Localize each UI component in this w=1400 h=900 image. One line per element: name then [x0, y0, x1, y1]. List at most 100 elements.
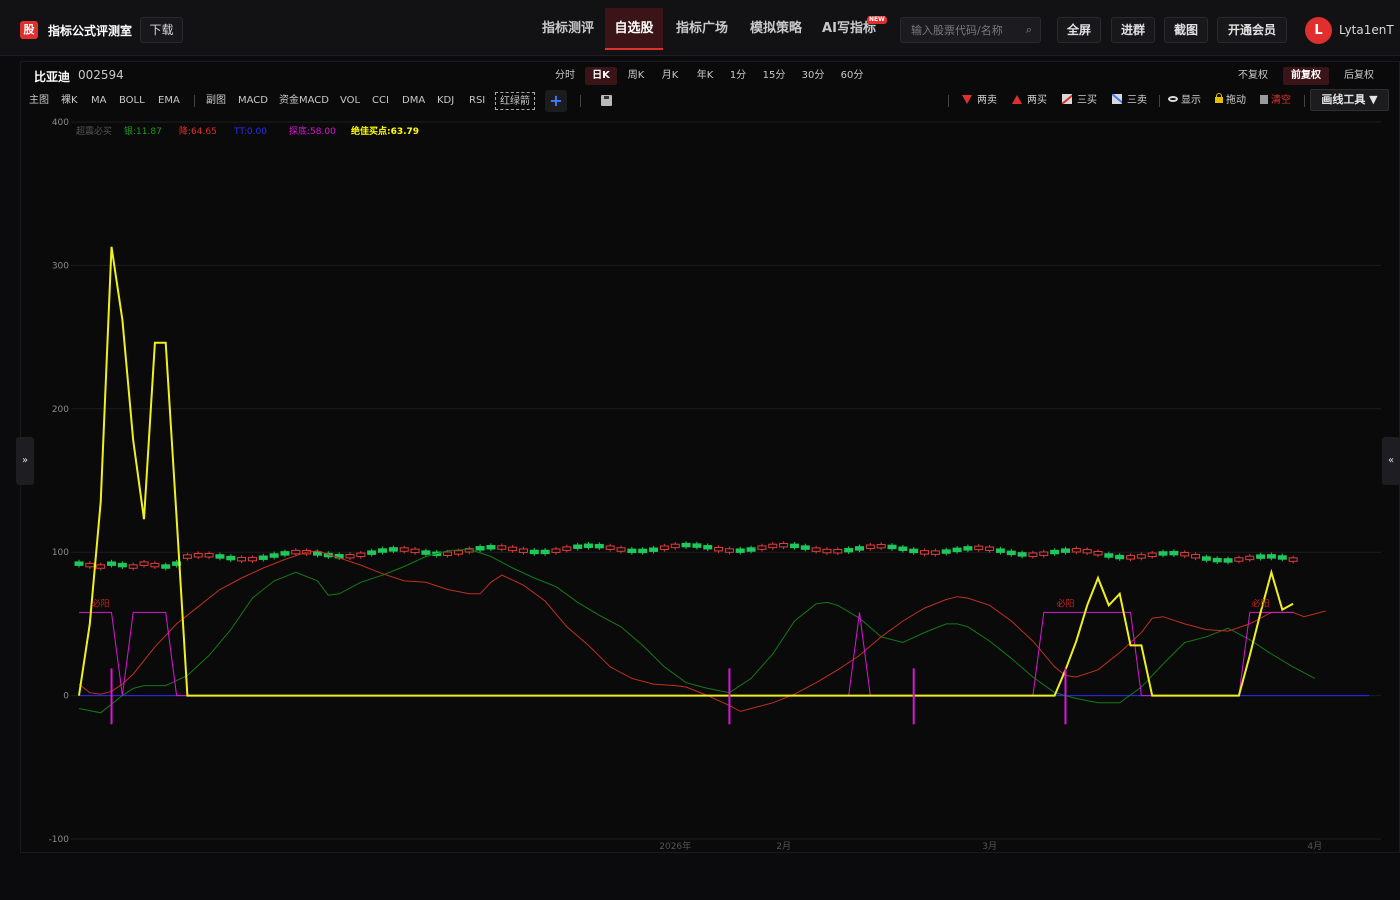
save-icon[interactable]: [601, 95, 612, 106]
adjust-forward[interactable]: 前复权: [1283, 67, 1329, 85]
candle: [215, 554, 225, 559]
tb-naked-k[interactable]: 裸K: [61, 92, 78, 110]
tb-ma[interactable]: MA: [91, 92, 106, 110]
y-tick-label: -100: [49, 835, 70, 845]
candle: [898, 546, 908, 551]
three-buy-tool[interactable]: 三买: [1062, 92, 1097, 110]
candle: [1115, 554, 1125, 560]
candle: [96, 564, 106, 569]
period-daily[interactable]: 日K: [585, 67, 617, 85]
period-1min[interactable]: 1分: [724, 67, 752, 85]
three-sell-icon: [1112, 94, 1122, 104]
tb-dma[interactable]: DMA: [402, 92, 425, 110]
username[interactable]: Lyta1enT: [1339, 23, 1394, 37]
period-30min[interactable]: 30分: [797, 67, 829, 85]
search-input[interactable]: [901, 18, 1021, 42]
candle: [573, 544, 583, 549]
expand-left-toggle[interactable]: »: [16, 437, 34, 485]
adjust-backward[interactable]: 后复权: [1338, 67, 1380, 85]
x-tick-label: 2月: [776, 841, 791, 852]
candle: [1060, 548, 1070, 553]
vip-button[interactable]: 开通会员: [1217, 17, 1287, 43]
candle: [605, 545, 615, 550]
stock-name: 比亚迪: [34, 70, 71, 84]
logo-icon: 股: [20, 21, 38, 39]
divider: [194, 95, 195, 107]
series-line-green: [78, 548, 1316, 714]
signal-label: 必阳: [92, 598, 110, 610]
tb-macd[interactable]: MACD: [238, 92, 268, 110]
candle: [497, 545, 507, 550]
draw-tools-button[interactable]: 画线工具 ▼: [1310, 89, 1389, 111]
tb-kdj[interactable]: KDJ: [437, 92, 454, 110]
legend-item: 探底:58.00: [289, 125, 336, 137]
two-sell-tool[interactable]: 两卖: [962, 92, 997, 110]
download-button[interactable]: 下载: [140, 17, 183, 43]
search-box[interactable]: ⌕: [900, 17, 1041, 43]
period-intraday[interactable]: 分时: [550, 67, 580, 85]
tb-main-chart[interactable]: 主图: [29, 92, 49, 110]
candle: [1234, 557, 1244, 562]
tb-sub-chart[interactable]: 副图: [206, 92, 226, 110]
add-indicator-button[interactable]: +: [545, 90, 567, 112]
signal-label: 必阳: [1056, 598, 1074, 610]
tb-ema[interactable]: EMA: [158, 92, 180, 110]
period-weekly[interactable]: 周K: [621, 67, 651, 85]
nav-ai-indicator[interactable]: AI写指标: [817, 8, 881, 50]
avatar[interactable]: L: [1305, 17, 1332, 44]
adjust-none[interactable]: 不复权: [1232, 67, 1274, 85]
tb-boll[interactable]: BOLL: [119, 92, 145, 110]
candle: [150, 562, 160, 568]
candle: [1039, 551, 1049, 556]
three-sell-tool[interactable]: 三卖: [1112, 92, 1147, 110]
period-60min[interactable]: 60分: [836, 67, 868, 85]
two-buy-tool[interactable]: 两买: [1012, 92, 1047, 110]
y-tick-label: 0: [63, 692, 69, 702]
two-sell-label: 两卖: [977, 95, 997, 106]
nav-watchlist[interactable]: 自选股: [605, 8, 663, 50]
candle: [1050, 549, 1060, 555]
clear-tool[interactable]: 清空: [1260, 92, 1291, 110]
period-15min[interactable]: 15分: [758, 67, 790, 85]
tb-red-green-arrow[interactable]: 红绿箭: [495, 92, 535, 110]
tb-vol[interactable]: VOL: [340, 92, 360, 110]
period-monthly[interactable]: 月K: [655, 67, 685, 85]
y-tick-label: 200: [52, 405, 69, 415]
candle: [670, 543, 680, 549]
search-icon[interactable]: ⌕: [1026, 23, 1032, 37]
candle: [822, 548, 832, 554]
candle: [128, 564, 138, 569]
tb-rsi[interactable]: RSI: [469, 92, 485, 110]
three-sell-label: 三卖: [1127, 95, 1147, 106]
nav-simulation[interactable]: 模拟策略: [745, 8, 807, 50]
indicator-chart[interactable]: 400 300 200 100 0 -100 2026年 2月 3月 4月 必阳 必阳 必阳 超震必买 银:…: [21, 114, 1399, 852]
candle: [963, 546, 973, 551]
candle: [388, 547, 398, 552]
tb-fund-macd[interactable]: 资金MACD: [279, 92, 329, 110]
candle: [703, 544, 713, 550]
candle: [724, 548, 734, 553]
expand-right-toggle[interactable]: «: [1382, 437, 1400, 485]
chart-panel: 比亚迪 002594 分时 日K 周K 月K 年K 1分 15分 30分 60分…: [20, 61, 1400, 853]
join-group-button[interactable]: 进群: [1111, 17, 1155, 43]
show-tool[interactable]: 显示: [1168, 92, 1201, 110]
tb-cci[interactable]: CCI: [372, 92, 389, 110]
top-bar: 股 指标公式评测室 下载 指标测评 自选股 指标广场 模拟策略 AI写指标 NE…: [0, 0, 1400, 56]
candle: [247, 556, 257, 562]
candle: [204, 553, 214, 558]
screenshot-button[interactable]: 截图: [1164, 17, 1208, 43]
candle: [161, 564, 171, 569]
candle: [1006, 550, 1016, 556]
fullscreen-button[interactable]: 全屏: [1057, 17, 1101, 43]
period-yearly[interactable]: 年K: [690, 67, 720, 85]
y-tick-label: 100: [52, 548, 69, 558]
eye-icon: [1168, 96, 1178, 102]
legend-name: 超震必买: [76, 125, 112, 137]
nav-indicator-square[interactable]: 指标广场: [671, 8, 733, 50]
nav-indicator-review[interactable]: 指标测评: [537, 8, 599, 50]
drag-label: 拖动: [1226, 95, 1246, 106]
show-label: 显示: [1181, 95, 1201, 106]
candle: [1028, 552, 1038, 557]
candle: [453, 550, 463, 555]
drag-tool[interactable]: 拖动: [1215, 92, 1246, 110]
